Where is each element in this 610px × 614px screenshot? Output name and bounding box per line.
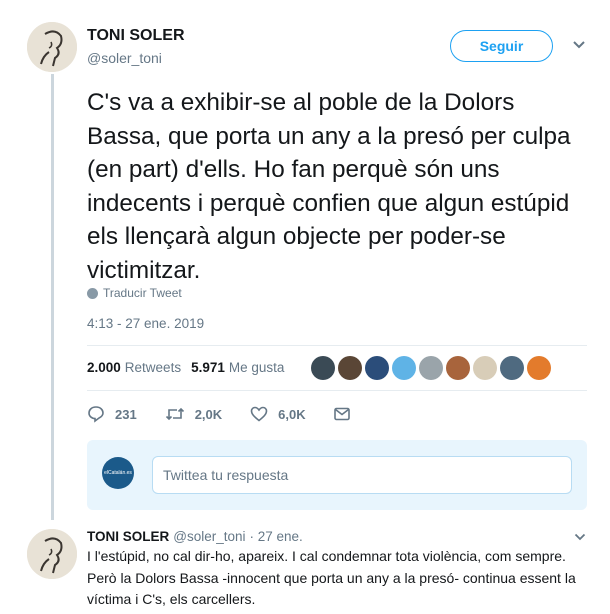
tweet-text: C's va a exhibir-se al poble de la Dolor…: [87, 89, 571, 284]
reply-action[interactable]: 231: [87, 405, 137, 423]
divider: [87, 345, 587, 346]
author-handle[interactable]: @soler_toni: [87, 50, 162, 66]
like-count: 6,0K: [278, 406, 306, 422]
heart-icon: [250, 406, 268, 422]
action-bar: 231 2,0K 6,0K: [87, 405, 350, 423]
retweets-label: Retweets: [124, 360, 182, 375]
reply-time[interactable]: · 27 ene.: [250, 529, 303, 544]
follow-button[interactable]: Seguir: [450, 30, 553, 62]
avatar-drawing-icon: [27, 22, 77, 72]
avatar[interactable]: [27, 22, 77, 72]
liker-avatar[interactable]: [527, 356, 551, 380]
liker-avatar[interactable]: [419, 356, 443, 380]
liker-avatar[interactable]: [365, 356, 389, 380]
likes-label: Me gusta: [228, 360, 285, 375]
retweet-count: 2,0K: [194, 406, 223, 422]
globe-icon: [87, 287, 98, 299]
retweet-action[interactable]: 2,0K: [165, 406, 222, 422]
reply-input[interactable]: Twittea tu respuesta: [152, 456, 572, 494]
direct-message-action[interactable]: [333, 407, 350, 421]
likes-stat[interactable]: 5.971 Me gusta: [191, 360, 284, 375]
reply-author-handle[interactable]: @soler_toni: [173, 529, 245, 544]
likes-count: 5.971: [191, 360, 225, 375]
user-avatar: elCatalán.es: [102, 457, 134, 489]
liker-avatar[interactable]: [338, 356, 362, 380]
avatar-drawing-icon: [27, 529, 77, 579]
user-avatar-label: elCatalán.es: [104, 470, 132, 476]
retweets-stat[interactable]: 2.000 Retweets: [87, 360, 181, 375]
divider: [87, 390, 587, 391]
chevron-down-icon[interactable]: [572, 40, 586, 50]
likers-list: [311, 356, 551, 380]
reply-composer: elCatalán.es Twittea tu respuesta: [87, 440, 587, 510]
reply-avatar[interactable]: [27, 529, 77, 579]
mail-icon: [333, 407, 350, 421]
like-action[interactable]: 6,0K: [250, 406, 306, 422]
reply-header: TONI SOLER @soler_toni · 27 ene.: [87, 529, 303, 544]
reply-author-name[interactable]: TONI SOLER: [87, 529, 169, 544]
retweets-count: 2.000: [87, 360, 121, 375]
thread-line: [51, 74, 54, 520]
reply-count: 231: [115, 406, 137, 422]
liker-avatar[interactable]: [392, 356, 416, 380]
liker-avatar[interactable]: [311, 356, 335, 380]
chevron-down-icon[interactable]: [574, 533, 586, 541]
liker-avatar[interactable]: [473, 356, 497, 380]
liker-avatar[interactable]: [500, 356, 524, 380]
translate-link[interactable]: Traducir Tweet: [87, 286, 182, 300]
reply-icon: [88, 406, 104, 423]
retweet-icon: [165, 407, 184, 421]
liker-avatar[interactable]: [446, 356, 470, 380]
author-name[interactable]: TONI SOLER: [87, 27, 185, 45]
translate-label: Traducir Tweet: [103, 286, 182, 300]
reply-text: I l'estúpid, no cal dir-ho, apareix. I c…: [87, 548, 576, 607]
timestamp[interactable]: 4:13 - 27 ene. 2019: [87, 316, 204, 331]
tweet-stats: 2.000 Retweets 5.971 Me gusta: [87, 360, 284, 375]
